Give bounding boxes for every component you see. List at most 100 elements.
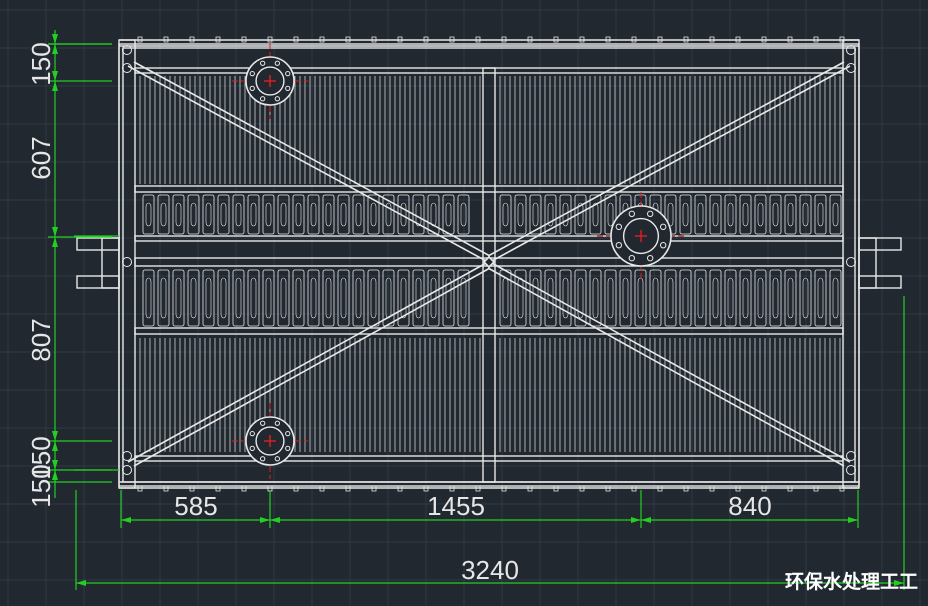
membrane-slot [280, 202, 287, 227]
membrane-slot [250, 277, 257, 319]
left-bracket-bottom [76, 275, 120, 289]
membrane-plate [589, 194, 602, 235]
membrane-slot [502, 202, 509, 227]
membrane-slot [325, 277, 332, 319]
membrane-plate [814, 194, 827, 235]
membrane-plate [337, 194, 350, 235]
right-bracket-top [858, 237, 902, 251]
membrane-slot [742, 202, 749, 227]
membrane-slot [160, 202, 167, 227]
left-bracket-web [101, 237, 120, 289]
membrane-plate [247, 194, 260, 235]
membrane-slot [697, 277, 704, 319]
left-dim-5: 150 [26, 464, 56, 507]
membrane-plate [142, 194, 155, 235]
lower-mid-member [134, 327, 844, 335]
corner-bolt [846, 45, 856, 55]
membrane-slot [445, 202, 452, 227]
bottom-member [134, 455, 844, 462]
membrane-slot [712, 277, 719, 319]
membrane-slot [325, 202, 332, 227]
left-bracket-top [76, 237, 120, 251]
membrane-slot [370, 277, 377, 319]
membrane-plate [352, 194, 365, 235]
membrane-slot [592, 277, 599, 319]
membrane-slot [832, 277, 839, 319]
membrane-plate [172, 194, 185, 235]
dimension-arrow [631, 517, 641, 523]
corner-bolt [846, 465, 856, 475]
membrane-slot [637, 277, 644, 319]
membrane-slot [295, 277, 302, 319]
membrane-slot [547, 277, 554, 319]
membrane-plate [277, 269, 290, 327]
membrane-plate [277, 194, 290, 235]
membrane-slot [682, 277, 689, 319]
membrane-slot [190, 277, 197, 319]
membrane-slot [682, 202, 689, 227]
membrane-plate [292, 269, 305, 327]
membrane-plate [187, 194, 200, 235]
membrane-plate [559, 269, 572, 327]
dimension-arrow [76, 580, 86, 586]
membrane-plate [307, 194, 320, 235]
membrane-slot [355, 202, 362, 227]
membrane-slot [502, 277, 509, 319]
left-post [118, 39, 136, 489]
membrane-plate [232, 269, 245, 327]
membrane-plate [709, 194, 722, 235]
membrane-slot [532, 277, 539, 319]
dimension-arrow [260, 517, 270, 523]
membrane-slot [517, 277, 524, 319]
membrane-plate [769, 194, 782, 235]
membrane-slot [697, 202, 704, 227]
membrane-slot [145, 202, 152, 227]
membrane-plate [664, 269, 677, 327]
membrane-plate [202, 269, 215, 327]
membrane-slot [355, 277, 362, 319]
membrane-slot [532, 202, 539, 227]
membrane-slot [295, 202, 302, 227]
membrane-slot [205, 202, 212, 227]
cad-drawing-canvas: 150 607 807 150 150 585 1455 840 3240 环保… [0, 0, 928, 606]
membrane-slot [787, 202, 794, 227]
top-member [134, 67, 844, 74]
membrane-slot [772, 202, 779, 227]
membrane-plate [649, 269, 662, 327]
membrane-plate [739, 194, 752, 235]
membrane-plate [367, 269, 380, 327]
membrane-plate [247, 269, 260, 327]
membrane-plate [619, 269, 632, 327]
dimension-arrow [848, 517, 858, 523]
membrane-plate [187, 269, 200, 327]
corner-bolt [122, 451, 132, 461]
membrane-slot [817, 277, 824, 319]
watermark-text: 环保水处理工工 [785, 570, 918, 593]
membrane-slot [667, 277, 674, 319]
membrane-slot [607, 202, 614, 227]
corner-bolt [122, 465, 132, 475]
membrane-slot [250, 202, 257, 227]
membrane-plate [352, 269, 365, 327]
membrane-plate [784, 269, 797, 327]
membrane-slot [235, 277, 242, 319]
upper-mid-member [134, 185, 844, 193]
membrane-plate [814, 269, 827, 327]
corner-bolt [846, 257, 856, 267]
right-bracket-web [858, 237, 877, 289]
bottom-dim-3: 840 [728, 491, 771, 521]
left-dim-3: 807 [26, 318, 56, 361]
membrane-slot [340, 277, 347, 319]
membrane-plate [337, 269, 350, 327]
membrane-slot [667, 202, 674, 227]
membrane-slot [430, 202, 437, 227]
membrane-plate [604, 269, 617, 327]
bottom-dim-1: 585 [174, 491, 217, 521]
overall-width-dim: 3240 [461, 555, 519, 585]
membrane-plate [442, 194, 455, 235]
membrane-plate [322, 269, 335, 327]
membrane-plate [232, 194, 245, 235]
membrane-slot [340, 202, 347, 227]
membrane-slot [175, 277, 182, 319]
membrane-plate [262, 269, 275, 327]
